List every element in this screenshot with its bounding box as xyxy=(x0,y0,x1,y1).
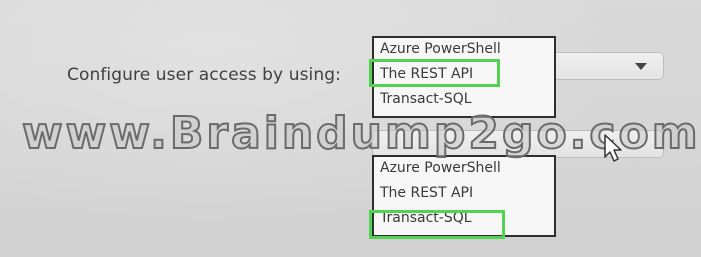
option-azure-powershell[interactable]: Azure PowerShell xyxy=(380,160,501,176)
option-azure-powershell[interactable]: Azure PowerShell xyxy=(380,41,501,57)
selected-answer-highlight xyxy=(369,210,505,239)
screenshot-frame: Configure user access by using: Azure Po… xyxy=(0,0,701,257)
mouse-cursor-icon xyxy=(604,134,622,162)
option-transact-sql[interactable]: Transact-SQL xyxy=(380,91,472,107)
selected-answer-highlight xyxy=(369,59,500,87)
chevron-down-icon[interactable] xyxy=(635,63,647,70)
user-access-label: Configure user access by using: xyxy=(67,65,341,85)
watermark-text: www.Braindump2go.com xyxy=(21,107,701,160)
option-rest-api[interactable]: The REST API xyxy=(380,185,473,201)
